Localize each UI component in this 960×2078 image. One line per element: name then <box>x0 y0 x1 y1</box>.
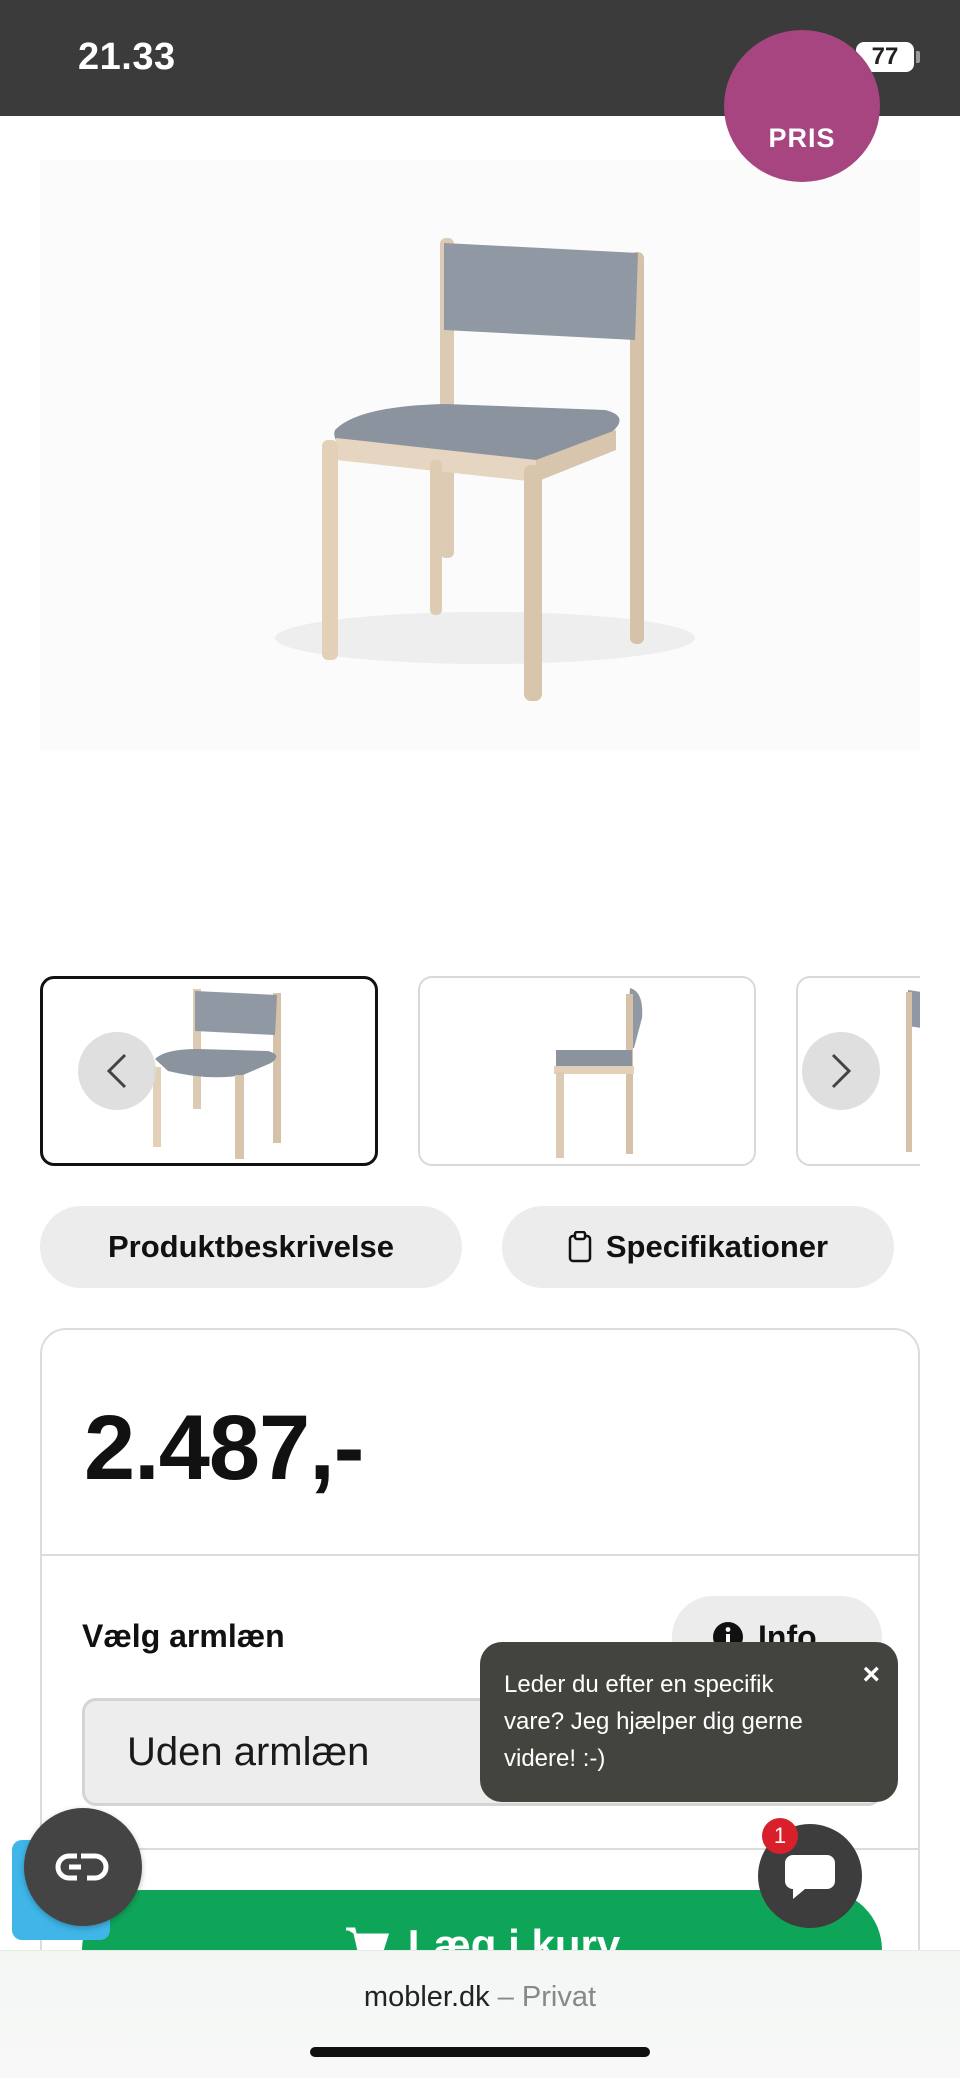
chat-close-button[interactable]: × <box>862 1656 880 1693</box>
status-time: 21.33 <box>78 36 176 78</box>
link-toggle-icon <box>55 1853 109 1881</box>
chevron-left-icon <box>106 1053 127 1089</box>
tab-specifications-label: Specifikationer <box>605 1229 829 1264</box>
tab-product-description[interactable]: Produktbeskrivelse <box>40 1206 462 1288</box>
home-indicator[interactable] <box>310 2047 650 2057</box>
chat-tooltip[interactable]: Leder du efter en specifik vare? Jeg hjæ… <box>480 1642 898 1802</box>
chat-unread-badge: 1 <box>762 1818 798 1854</box>
domain-text: mobler.dk <box>363 1981 490 2013</box>
product-page: 21.33 77 PRIS Produktbeskrivelse Specifi… <box>0 0 960 2078</box>
tab-product-description-label: Produktbeskrivelse <box>107 1229 395 1264</box>
chat-bubble-icon <box>785 1855 835 1899</box>
chevron-right-icon <box>831 1053 852 1089</box>
tab-specifications[interactable]: Specifikationer <box>502 1206 894 1288</box>
domain-separator: – <box>497 1981 514 2013</box>
thumbnail-side[interactable] <box>418 976 756 1166</box>
chair-thumbnail-image <box>554 988 643 1158</box>
clipboard-icon <box>568 1231 592 1263</box>
chat-message: Leder du efter en specifik vare? Jeg hjæ… <box>504 1671 803 1772</box>
product-price: 2.487,- <box>84 1397 364 1499</box>
accessibility-toggle-button[interactable] <box>24 1808 142 1926</box>
carousel-prev-button[interactable] <box>78 1032 156 1110</box>
armrest-option-label: Vælg armlæn <box>82 1618 285 1654</box>
chair-image <box>275 238 695 701</box>
carousel-next-button[interactable] <box>802 1032 880 1110</box>
product-image[interactable] <box>40 160 920 750</box>
browser-address-bar[interactable]: mobler.dk – Privat <box>0 1950 960 2078</box>
price-badge: PRIS <box>724 30 880 182</box>
divider <box>42 1554 918 1556</box>
url-display[interactable]: mobler.dk – Privat <box>0 1981 960 2014</box>
thumbnail-carousel <box>40 976 920 1168</box>
browsing-mode-text: Privat <box>521 1981 597 2013</box>
